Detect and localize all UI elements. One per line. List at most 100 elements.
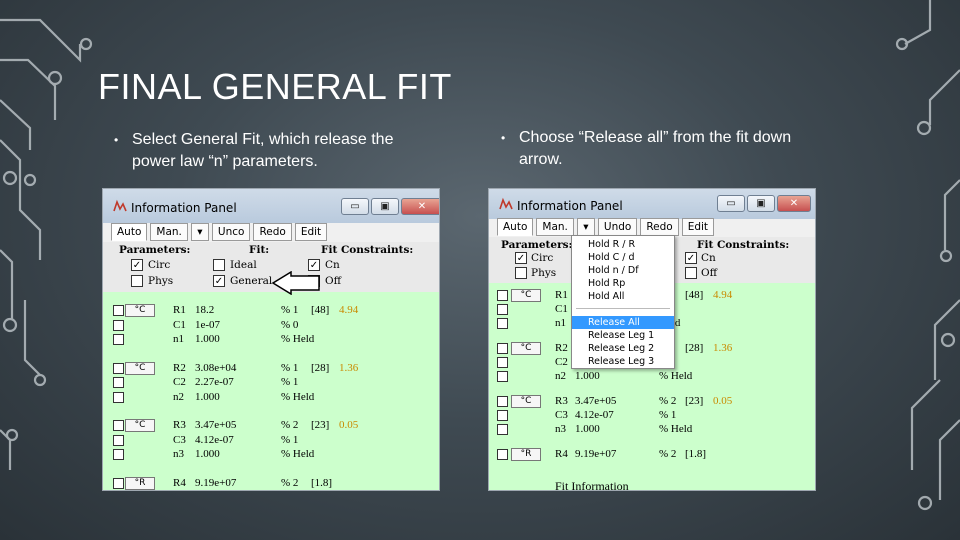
undo-button[interactable]: Undo	[597, 218, 638, 236]
param-constraint: % 2	[281, 476, 299, 489]
row-checkbox[interactable]	[113, 420, 124, 431]
bullet-left-text: Select General Fit, which release the po…	[132, 131, 394, 170]
param-count: [28]	[311, 361, 330, 374]
circ-checkbox[interactable]: ✓	[131, 259, 143, 271]
menu-item-hold-n-df[interactable]: Hold n / Df	[572, 264, 674, 277]
param-name: R3	[173, 419, 186, 431]
phys-label: Phys	[148, 275, 174, 287]
maximize-button[interactable]: ▣	[747, 195, 775, 212]
tab-manual[interactable]: Man.	[150, 223, 188, 241]
element-type-button[interactable]: °R	[511, 448, 541, 461]
tab-auto[interactable]: Auto	[111, 223, 148, 241]
title-bar: Information Panel ▭ ▣ ✕	[103, 189, 439, 223]
param-error: 1.36	[713, 342, 733, 354]
constraint-on-checkbox[interactable]: ✓	[308, 259, 320, 271]
row-checkbox[interactable]	[113, 319, 124, 331]
element-type-button[interactable]: °C	[511, 395, 541, 408]
circ-checkbox[interactable]: ✓	[515, 252, 527, 264]
param-count: [23]	[311, 419, 330, 431]
element-type-button[interactable]: °C	[125, 304, 155, 317]
slide-title: FINAL GENERAL FIT	[98, 66, 452, 107]
row-checkbox[interactable]	[497, 304, 508, 315]
param-constraint: % Held	[281, 390, 315, 403]
bullet-dot: •	[114, 133, 119, 147]
param-error: 4.94	[339, 304, 359, 316]
menu-item-release-leg-3[interactable]: Release Leg 3	[572, 355, 674, 368]
menu-item-hold-rp[interactable]: Hold Rp	[572, 277, 674, 290]
close-button[interactable]: ✕	[401, 198, 439, 215]
phys-checkbox[interactable]	[131, 275, 143, 287]
param-value: 18.2	[195, 304, 215, 316]
ideal-checkbox[interactable]	[213, 259, 225, 271]
phys-checkbox[interactable]	[515, 267, 527, 279]
minimize-button[interactable]: ▭	[717, 195, 745, 212]
param-name: n2	[173, 390, 184, 403]
general-label: General	[230, 275, 273, 287]
row-checkbox[interactable]	[113, 305, 124, 316]
row-checkbox[interactable]	[497, 290, 508, 301]
row-checkbox[interactable]	[497, 318, 508, 329]
fit-dropdown-arrow[interactable]: ▾	[190, 223, 209, 241]
tab-auto[interactable]: Auto	[497, 218, 534, 236]
menu-item-hold-c-d[interactable]: Hold C / d	[572, 251, 674, 264]
general-checkbox[interactable]: ✓	[213, 275, 225, 287]
menu-item-hold-r-r[interactable]: Hold R / R	[572, 238, 674, 251]
redo-button[interactable]: Redo	[640, 218, 679, 236]
constraint-on-label: Cn	[325, 259, 340, 271]
param-constraint: % 2	[659, 395, 677, 407]
row-checkbox[interactable]	[113, 362, 124, 374]
window-title: Information Panel	[131, 201, 237, 215]
menu-item-release-leg-1[interactable]: Release Leg 1	[572, 329, 674, 342]
row-checkbox[interactable]	[497, 449, 508, 460]
undo-button[interactable]: Unco	[211, 223, 251, 241]
row-checkbox[interactable]	[113, 391, 124, 403]
param-value: 4.12e-07	[575, 409, 614, 421]
param-name: C3	[555, 409, 568, 421]
minimize-button[interactable]: ▭	[341, 198, 369, 215]
row-checkbox[interactable]	[113, 434, 124, 446]
param-name: R3	[555, 395, 568, 407]
param-count: [1.8]	[685, 448, 707, 460]
param-value: 9.19e+07	[575, 448, 617, 460]
row-checkbox[interactable]	[113, 334, 124, 345]
param-name: n3	[173, 448, 184, 460]
tab-manual[interactable]: Man.	[536, 218, 574, 236]
row-checkbox[interactable]	[113, 377, 124, 388]
param-constraint: % 1	[281, 433, 299, 446]
element-type-button[interactable]: °C	[511, 342, 541, 355]
bullet-right: • Choose “Release all” from the fit down…	[497, 127, 797, 171]
constraint-on-checkbox[interactable]: ✓	[685, 252, 697, 264]
row-checkbox[interactable]	[497, 357, 508, 368]
row-checkbox[interactable]	[497, 410, 508, 421]
edit-button[interactable]: Edit	[681, 218, 715, 236]
row-checkbox[interactable]	[497, 371, 508, 382]
element-type-button[interactable]: °C	[511, 289, 541, 302]
row-checkbox[interactable]	[113, 449, 124, 460]
window-title: Information Panel	[517, 199, 623, 213]
param-name: C2	[173, 376, 186, 388]
element-type-button[interactable]: °C	[125, 361, 155, 375]
constraint-off-checkbox[interactable]	[685, 267, 697, 279]
bullet-right-text: Choose “Release all” from the fit down a…	[519, 129, 792, 168]
row-checkbox[interactable]	[113, 477, 124, 489]
close-button[interactable]: ✕	[777, 195, 811, 212]
param-constraint: % 1	[281, 361, 299, 374]
element-type-button[interactable]: °R	[125, 476, 155, 490]
param-name: R1	[555, 289, 568, 301]
redo-button[interactable]: Redo	[253, 223, 292, 241]
app-icon	[499, 197, 513, 210]
row-checkbox[interactable]	[497, 396, 508, 407]
element-type-button[interactable]: °C	[125, 419, 155, 432]
row-checkbox[interactable]	[497, 424, 508, 435]
fit-dropdown-arrow[interactable]: ▾	[576, 218, 595, 236]
menu-item-release-leg-2[interactable]: Release Leg 2	[572, 342, 674, 355]
edit-button[interactable]: Edit	[294, 223, 328, 241]
maximize-button[interactable]: ▣	[371, 198, 399, 215]
menu-item-release-all[interactable]: Release All	[572, 316, 674, 329]
row-checkbox[interactable]	[497, 343, 508, 354]
menu-item-hold-all[interactable]: Hold All	[572, 290, 674, 303]
param-value: 1.000	[195, 448, 220, 460]
circ-label: Circ	[531, 252, 554, 264]
parameter-table: °C R1 18.2 % 1 [48] 4.94 C1 1e-07 % 0 n1 1.000 % He…	[103, 292, 439, 490]
constraint-off-label: Off	[701, 267, 718, 279]
